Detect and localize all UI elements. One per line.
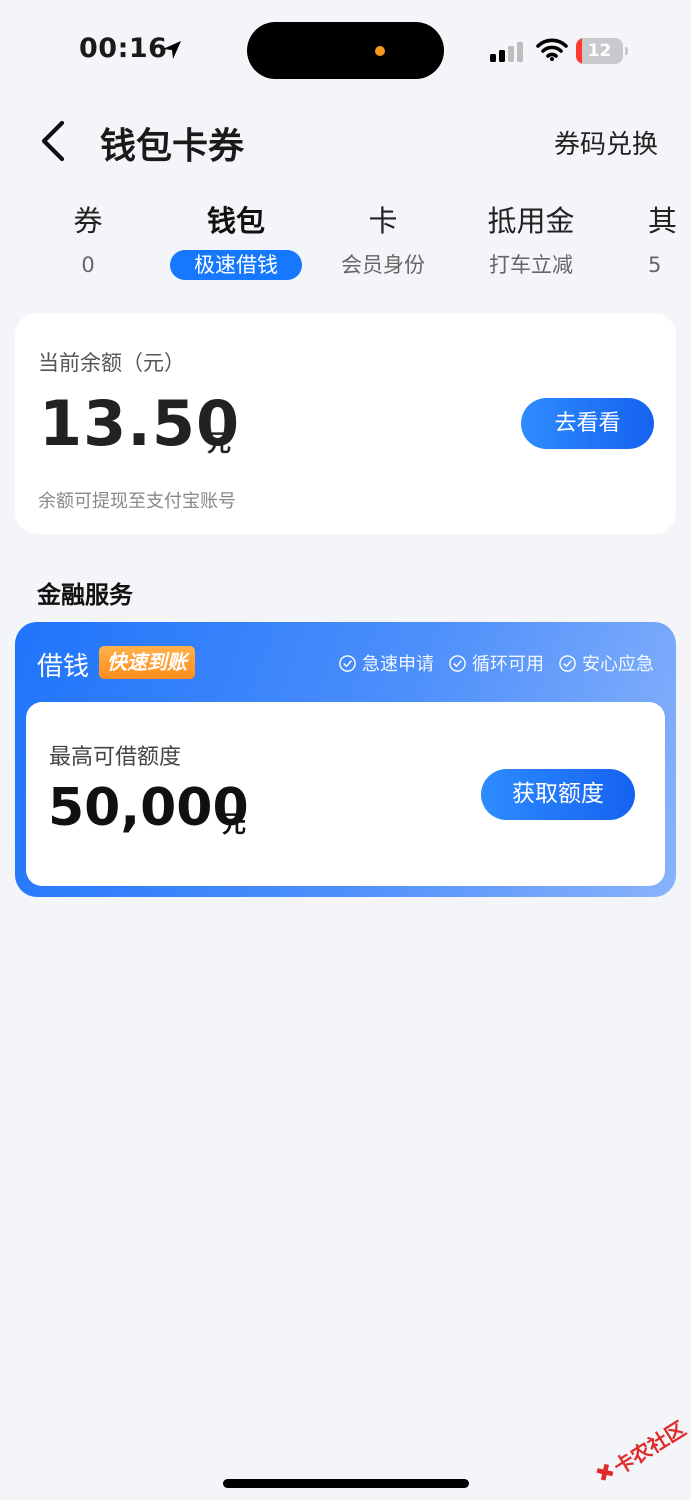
limit-unit: 元 (222, 810, 246, 838)
feature-item: 安心应急 (558, 650, 654, 676)
balance-note: 余额可提现至支付宝账号 (38, 491, 236, 512)
loan-features: 急速申请 循环可用 安心应急 (338, 650, 654, 676)
page-title: 钱包卡券 (100, 126, 245, 167)
fast-arrival-badge: 快速到账 (99, 646, 195, 679)
home-indicator (223, 1479, 469, 1488)
loan-title: 借钱 (37, 652, 90, 682)
location-arrow-icon (163, 41, 181, 59)
tab-label: 卡 (368, 204, 398, 238)
back-arrow-icon[interactable] (34, 118, 74, 164)
tab-bar: 券 0 钱包 极速借钱 卡 会员身份 抵用金 打车立减 其 5 (0, 200, 691, 290)
loan-card[interactable]: 借钱 快速到账 急速申请 循环可用 安心应急 最高可借额度 50,000 元 获… (15, 622, 676, 897)
limit-label: 最高可借额度 (49, 745, 182, 770)
tab-label: 钱包 (206, 204, 265, 238)
balance-label: 当前余额（元） (38, 351, 185, 375)
redeem-code-button[interactable]: 券码兑换 (554, 124, 658, 161)
feature-item: 急速申请 (338, 650, 434, 676)
tab-vouchers[interactable]: 抵用金 打车立减 (456, 200, 606, 280)
tab-sublabel: 5 (648, 253, 662, 277)
limit-amount: 50,000 (48, 778, 249, 838)
wifi-icon (536, 38, 568, 61)
status-time: 00:16 (79, 33, 168, 64)
check-circle-icon (449, 654, 466, 672)
loan-limit-panel: 最高可借额度 50,000 元 获取额度 (26, 702, 665, 886)
tab-label: 券 (73, 204, 103, 238)
view-button[interactable]: 去看看 (521, 398, 654, 449)
tab-sublabel: 0 (81, 253, 95, 277)
check-circle-icon (559, 654, 576, 672)
watermark: ✖ 卡农社区 (580, 1396, 691, 1500)
balance-unit: 元 (207, 429, 231, 457)
feature-label: 急速申请 (362, 654, 434, 675)
tab-coupons[interactable]: 券 0 (13, 200, 163, 280)
tab-label: 抵用金 (487, 204, 575, 238)
section-title: 金融服务 (37, 581, 133, 609)
check-circle-icon (339, 654, 356, 672)
cellular-signal-icon (490, 42, 523, 62)
feature-label: 安心应急 (582, 654, 654, 675)
tab-wallet[interactable]: 钱包 极速借钱 (161, 200, 311, 280)
tab-sublabel: 会员身份 (341, 253, 425, 277)
battery-indicator: 12 (576, 38, 628, 64)
battery-percent: 12 (587, 41, 612, 61)
feature-item: 循环可用 (448, 650, 544, 676)
tab-sublabel: 极速借钱 (170, 250, 302, 280)
watermark-text: 卡农社区 (609, 1416, 690, 1480)
balance-card: 当前余额（元） 13.50 元 余额可提现至支付宝账号 去看看 (15, 313, 676, 534)
tab-cards[interactable]: 卡 会员身份 (308, 200, 458, 280)
tab-label: 其 (648, 204, 678, 238)
get-limit-button[interactable]: 获取额度 (481, 769, 635, 820)
tab-others[interactable]: 其 5 (614, 200, 691, 280)
status-bar: 00:16 12 (0, 0, 691, 100)
tab-sublabel: 打车立减 (489, 253, 573, 277)
dynamic-island (247, 22, 444, 79)
feature-label: 循环可用 (472, 654, 544, 675)
